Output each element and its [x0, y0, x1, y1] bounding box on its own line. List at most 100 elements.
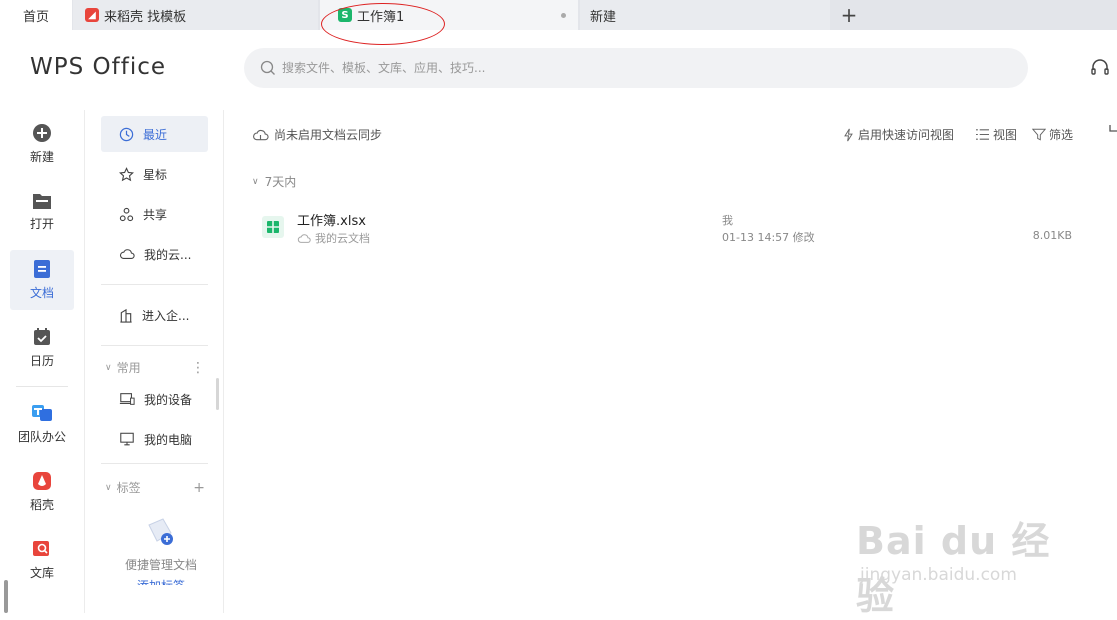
more-vertical-icon[interactable]: ⋮	[191, 360, 205, 376]
rail-docer-label: 稻壳	[29, 498, 54, 512]
filter-label: 筛选	[1049, 128, 1074, 142]
rail-open-label: 打开	[29, 217, 54, 231]
view-label: 视图	[993, 128, 1018, 142]
rail-calendar-button[interactable]: 日历	[10, 318, 74, 378]
group-last-7-days[interactable]: ∨ 7天内	[252, 173, 296, 190]
tags-empty-state: 便捷管理文档 添加标签	[101, 556, 221, 585]
headset-icon[interactable]	[1090, 58, 1110, 78]
nav-item-starred[interactable]: 星标	[101, 156, 208, 192]
quick-access-label: 启用快速访问视图	[858, 128, 955, 142]
nav-item-recent-label: 最近	[143, 127, 168, 142]
rail-scrollbar[interactable]	[4, 580, 8, 613]
list-view-icon	[976, 129, 989, 140]
nav-item-shared[interactable]: 共享	[101, 196, 208, 232]
add-tag-icon[interactable]: +	[193, 480, 205, 496]
rail-new-label: 新建	[29, 150, 54, 164]
rail-team-label: 团队办公	[17, 430, 66, 444]
left-rail: 新建 打开 文档 日历 团队办公 稻壳 文库	[0, 110, 84, 613]
nav-divider	[101, 345, 208, 346]
common-section-header[interactable]: ∨ 常用 ⋮	[105, 359, 205, 376]
common-section-label: 常用	[116, 361, 141, 375]
nav-column: 最近 星标 共享 我的云... 进入企... ∨ 常用 ⋮ 我的设备 我的电脑 …	[84, 110, 224, 613]
filter-button[interactable]: 筛选	[1032, 126, 1073, 143]
rail-documents-label: 文档	[29, 286, 54, 300]
baidu-jingyan-watermark: Bai du 经验 jingyan.baidu.com	[856, 510, 1066, 618]
rail-library-button[interactable]: 文库	[10, 530, 74, 590]
search-icon	[260, 60, 275, 75]
rail-documents-button[interactable]: 文档	[10, 250, 74, 310]
rail-docer-button[interactable]: 稻壳	[10, 462, 74, 522]
tags-section-label: 标签	[116, 481, 141, 495]
spreadsheet-file-icon	[262, 216, 284, 238]
share-icon	[119, 207, 134, 221]
nav-item-enterprise-label: 进入企...	[142, 308, 190, 323]
cloud-icon	[297, 233, 311, 243]
tab-home-label: 首页	[22, 9, 49, 25]
tags-section-header[interactable]: ∨ 标签 +	[105, 479, 205, 496]
cloud-icon	[120, 249, 135, 259]
nav-item-shared-label: 共享	[143, 207, 168, 222]
star-icon	[119, 166, 134, 181]
docer-icon	[33, 472, 51, 490]
nav-item-my-computer-label: 我的电脑	[144, 432, 193, 447]
plus-icon: +	[840, 3, 858, 27]
folder-icon	[33, 194, 51, 209]
file-owner: 我	[722, 214, 733, 227]
search-bar[interactable]	[244, 48, 1028, 88]
search-input[interactable]	[282, 61, 982, 75]
clock-icon	[119, 127, 134, 141]
nav-item-enterprise[interactable]: 进入企...	[101, 297, 208, 333]
tab-docer-templates[interactable]: ◢ 来稻壳 找模板	[73, 0, 318, 30]
group-last-7-days-label: 7天内	[264, 175, 297, 189]
view-button[interactable]: 视图	[975, 126, 1017, 143]
rail-team-button[interactable]: 团队办公	[10, 394, 74, 454]
nav-item-my-cloud[interactable]: 我的云...	[101, 236, 208, 272]
tab-docer-label: 来稻壳 找模板	[104, 9, 187, 25]
plus-circle-icon	[33, 124, 51, 142]
computer-icon	[120, 432, 134, 445]
wps-logo: WPS Office	[30, 54, 167, 80]
tab-bar: 首页 ◢ 来稻壳 找模板 S 工作簿1 新建 +	[0, 0, 1117, 30]
file-location-label: 我的云文档	[315, 232, 370, 245]
docer-icon: ◢	[85, 8, 99, 22]
lightning-icon	[844, 128, 853, 141]
add-tab-button[interactable]: +	[834, 0, 864, 30]
nav-item-my-devices-label: 我的设备	[144, 392, 193, 407]
team-icon	[32, 405, 52, 421]
quick-access-button[interactable]: 启用快速访问视图	[842, 126, 954, 143]
chevron-down-icon: ∨	[252, 176, 259, 187]
nav-divider	[101, 284, 208, 285]
cloud-sync-label: 尚未启用文档云同步	[274, 128, 383, 142]
add-tag-link[interactable]: 添加标签	[101, 577, 221, 585]
rail-calendar-label: 日历	[29, 354, 54, 368]
cloud-sync-notice[interactable]: 尚未启用文档云同步	[252, 126, 382, 143]
file-row[interactable]: 工作簿.xlsx 我的云文档 我 01-13 14:57 修改 8.01KB	[252, 204, 1082, 250]
nav-item-my-cloud-label: 我的云...	[144, 247, 192, 262]
nav-item-recent[interactable]: 最近	[101, 116, 208, 152]
unsaved-dot-icon[interactable]	[561, 13, 566, 18]
panel-toggle-icon[interactable]	[1108, 124, 1117, 140]
tab-workbook-label: 工作簿1	[357, 9, 405, 25]
rail-new-button[interactable]: 新建	[10, 114, 74, 174]
file-modified: 01-13 14:57 修改	[722, 231, 815, 244]
cloud-off-icon	[253, 129, 269, 140]
calendar-icon	[34, 328, 50, 345]
spreadsheet-icon: S	[338, 8, 352, 22]
tab-workbook[interactable]: S 工作簿1	[320, 0, 578, 30]
rail-open-button[interactable]: 打开	[10, 182, 74, 242]
tag-illustration-icon	[148, 518, 173, 545]
nav-divider	[101, 463, 208, 464]
nav-item-starred-label: 星标	[143, 167, 168, 182]
tab-new-label: 新建	[590, 9, 617, 25]
tab-home[interactable]: 首页	[0, 0, 72, 30]
tab-new[interactable]: 新建	[580, 0, 830, 30]
nav-item-my-computer[interactable]: 我的电脑	[101, 421, 208, 457]
nav-item-my-devices[interactable]: 我的设备	[101, 381, 208, 417]
building-icon	[120, 308, 132, 323]
nav-scrollbar[interactable]	[216, 378, 219, 410]
library-icon	[33, 541, 49, 556]
chevron-down-icon: ∨	[105, 362, 112, 373]
rail-divider	[16, 386, 68, 387]
file-name: 工作簿.xlsx	[297, 214, 366, 229]
file-location: 我的云文档	[297, 230, 370, 246]
